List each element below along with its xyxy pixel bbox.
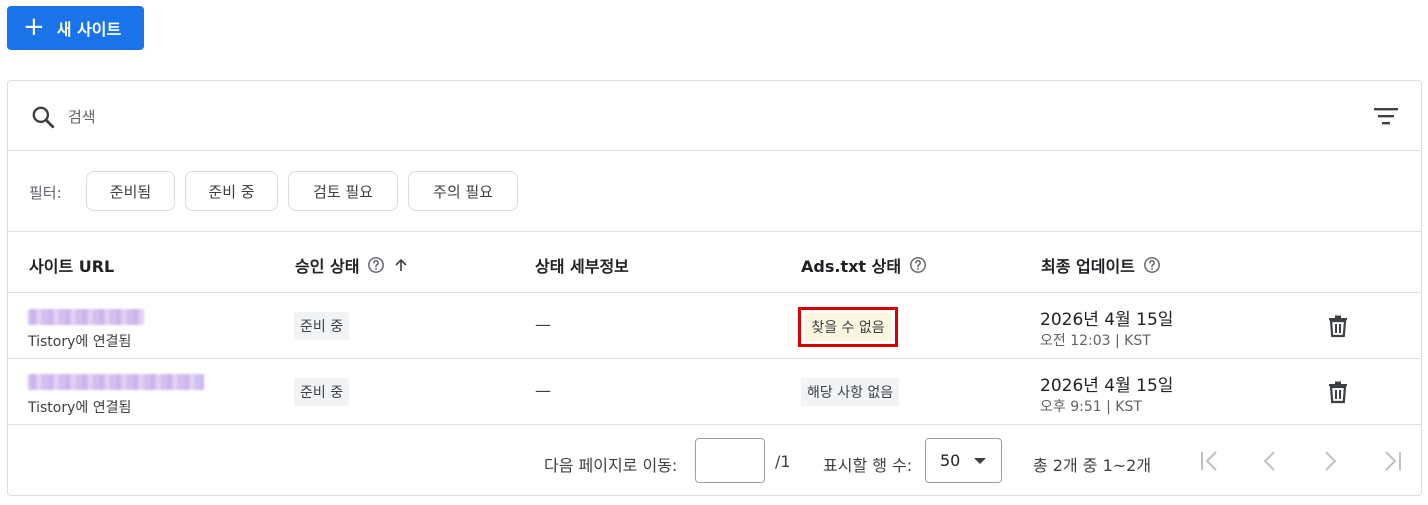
- last-updated-time: 오후 9:51 | KST: [1040, 399, 1142, 415]
- pagination-summary: 총 2개 중 1~2개: [1033, 456, 1152, 475]
- rows-per-page-label: 표시할 행 수:: [823, 456, 913, 475]
- filter-chip-needs-attention[interactable]: 주의 필요: [408, 171, 518, 211]
- goto-page-input[interactable]: [695, 438, 765, 483]
- last-updated-time: 오전 12:03 | KST: [1040, 333, 1151, 349]
- rows-per-page-value: 50: [940, 451, 961, 470]
- last-updated-date: 2026년 4월 15일: [1040, 376, 1174, 396]
- column-status-details: 상태 세부정보: [535, 253, 629, 277]
- delete-icon[interactable]: [1326, 380, 1350, 404]
- column-site-url[interactable]: 사이트 URL: [29, 253, 114, 277]
- ads-txt-status-badge: 해당 사항 없음: [801, 378, 900, 406]
- filter-chip-preparing[interactable]: 준비 중: [185, 171, 278, 211]
- dropdown-caret-icon: [974, 457, 987, 464]
- total-pages: /1: [775, 452, 791, 471]
- goto-page-label: 다음 페이지로 이동:: [544, 456, 678, 475]
- connected-label: Tistory에 연결됨: [28, 400, 132, 416]
- column-approval-status[interactable]: 승인 상태: [295, 253, 409, 277]
- rows-per-page-select[interactable]: 50: [925, 438, 1002, 483]
- column-site-url-label: 사이트 URL: [29, 257, 115, 276]
- plus-icon: +: [23, 12, 45, 42]
- column-ads-txt-status-label: Ads.txt 상태: [801, 257, 902, 276]
- sort-ascending-icon[interactable]: [393, 257, 409, 273]
- help-icon[interactable]: [367, 256, 385, 274]
- filter-chip-ready[interactable]: 준비됨: [86, 171, 175, 211]
- table-row: Tistory에 연결됨 준비 중 — 해당 사항 없음 2026년 4월 15…: [8, 359, 1421, 425]
- status-details-value: —: [535, 315, 551, 334]
- column-approval-status-label: 승인 상태: [295, 257, 360, 276]
- ads-txt-highlight: 찾을 수 없음: [798, 307, 898, 347]
- filter-list-icon[interactable]: [1373, 105, 1399, 127]
- last-page-icon[interactable]: [1378, 447, 1406, 475]
- filter-chip-needs-review[interactable]: 검토 필요: [288, 171, 398, 211]
- search-icon: [32, 106, 55, 129]
- previous-page-icon[interactable]: [1256, 447, 1284, 475]
- connected-label: Tistory에 연결됨: [28, 334, 132, 350]
- new-site-label: 새 사이트: [56, 20, 122, 39]
- column-ads-txt-status[interactable]: Ads.txt 상태: [801, 253, 927, 277]
- sites-table-card: 필터: 준비됨 준비 중 검토 필요 주의 필요 사이트 URL 승인 상태 상…: [7, 80, 1422, 496]
- column-last-updated-label: 최종 업데이트: [1041, 257, 1135, 276]
- help-icon[interactable]: [909, 256, 927, 274]
- filter-label: 필터:: [29, 184, 62, 202]
- status-details-value: —: [535, 381, 551, 400]
- site-url-redacted[interactable]: [28, 309, 144, 325]
- help-icon[interactable]: [1143, 256, 1161, 274]
- last-updated-date: 2026년 4월 15일: [1040, 310, 1174, 330]
- table-row: Tistory에 연결됨 준비 중 — 찾을 수 없음 2026년 4월 15일…: [8, 293, 1421, 359]
- pagination-bar: 다음 페이지로 이동: /1 표시할 행 수: 50 총 2개 중 1~2개: [8, 425, 1421, 497]
- approval-status-badge: 준비 중: [294, 378, 350, 406]
- new-site-button[interactable]: + 새 사이트: [7, 6, 144, 50]
- first-page-icon[interactable]: [1196, 447, 1224, 475]
- approval-status-badge: 준비 중: [294, 312, 350, 340]
- column-status-details-label: 상태 세부정보: [535, 257, 629, 276]
- search-bar: [8, 81, 1421, 151]
- ads-txt-status-badge: 찾을 수 없음: [804, 313, 892, 341]
- next-page-icon[interactable]: [1316, 447, 1344, 475]
- column-last-updated[interactable]: 최종 업데이트: [1041, 253, 1161, 277]
- site-url-redacted[interactable]: [28, 374, 204, 390]
- filter-row: 필터: 준비됨 준비 중 검토 필요 주의 필요: [8, 152, 1421, 232]
- delete-icon[interactable]: [1326, 314, 1350, 338]
- table-header: 사이트 URL 승인 상태 상태 세부정보 Ads.txt 상태 최종 업데이트: [8, 233, 1421, 293]
- search-input[interactable]: [68, 105, 968, 129]
